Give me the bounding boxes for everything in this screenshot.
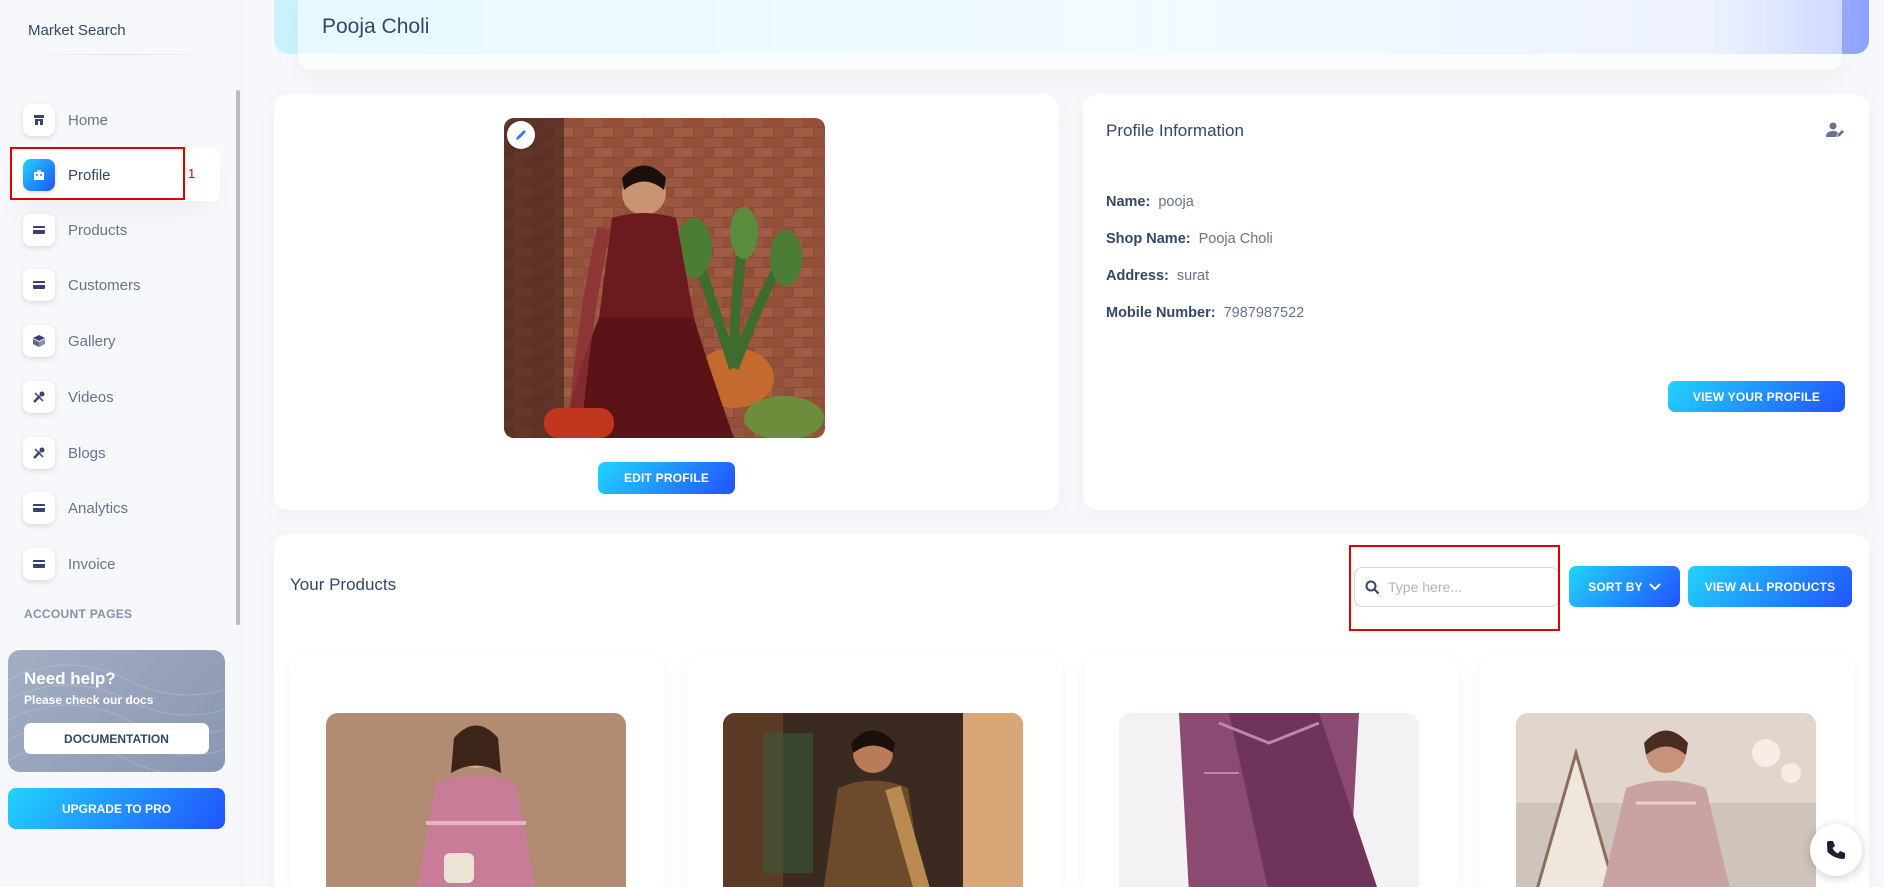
sidebar-item-label: Analytics — [68, 499, 129, 517]
section-title: ACCOUNT PAGES — [24, 607, 133, 621]
profile-photo — [504, 118, 825, 438]
info-row-address: Address: surat — [1106, 268, 1209, 284]
edit-profile-button[interactable]: EDIT PROFILE — [598, 462, 735, 494]
settings-icon — [23, 437, 55, 469]
sidebar-item-gallery[interactable]: Gallery — [10, 315, 220, 367]
info-value: pooja — [1158, 194, 1194, 210]
credit-card-icon — [23, 548, 55, 580]
sidebar-item-blogs[interactable]: Blogs — [10, 427, 220, 479]
sidebar-item-home[interactable]: Home — [10, 94, 220, 146]
sidebar-item-label: Profile — [68, 166, 111, 184]
shop-icon — [23, 104, 55, 136]
edit-pencil-icon[interactable] — [507, 121, 535, 149]
sort-by-label: SORT BY — [1588, 579, 1643, 594]
search-input[interactable] — [1388, 579, 1548, 595]
brand-name[interactable]: Market Search — [28, 22, 126, 39]
product-image[interactable] — [723, 713, 1023, 887]
product-image[interactable] — [326, 713, 626, 887]
office-icon — [23, 159, 55, 191]
sidebar-item-label: Blogs — [68, 444, 106, 462]
info-value: surat — [1176, 268, 1210, 284]
info-row-name: Name: pooja — [1106, 194, 1194, 210]
sidebar-item-analytics[interactable]: Analytics — [10, 482, 220, 534]
header-panel — [298, 0, 1842, 70]
view-all-products-button[interactable]: VIEW ALL PRODUCTS — [1688, 566, 1852, 607]
profile-info-heading: Profile Information — [1106, 121, 1244, 140]
product-image[interactable] — [1119, 713, 1419, 887]
view-your-profile-button[interactable]: VIEW YOUR PROFILE — [1668, 381, 1845, 412]
sidebar-item-label: Customers — [68, 276, 141, 294]
product-image[interactable] — [1516, 713, 1816, 887]
sidebar-item-label: Products — [68, 221, 128, 239]
sidebar-item-label: Videos — [68, 388, 114, 406]
info-value: 7987987522 — [1223, 305, 1305, 321]
credit-card-icon — [23, 492, 55, 524]
sidebar-scrollbar[interactable] — [236, 90, 240, 625]
sidebar-item-label: Invoice — [68, 555, 116, 573]
info-label: Mobile Number: — [1106, 305, 1216, 321]
sidebar-item-customers[interactable]: Customers — [10, 259, 220, 311]
help-title: Need help? — [24, 669, 116, 688]
sort-by-button[interactable]: SORT BY — [1569, 566, 1680, 607]
sidebar-item-videos[interactable]: Videos — [10, 371, 220, 423]
help-subtitle: Please check our docs — [24, 693, 154, 707]
chevron-down-icon — [1649, 582, 1661, 590]
credit-card-icon — [23, 214, 55, 246]
settings-icon — [23, 381, 55, 413]
sidebar-item-label: Gallery — [68, 332, 116, 350]
search-icon — [1365, 580, 1380, 595]
sidebar: Market Search Home Profile Products Cust… — [0, 0, 242, 887]
info-row-shop-name: Shop Name: Pooja Choli — [1106, 231, 1273, 247]
search-box — [1354, 567, 1559, 607]
documentation-button[interactable]: DOCUMENTATION — [24, 723, 209, 754]
box-3d-icon — [23, 325, 55, 357]
credit-card-icon — [23, 269, 55, 301]
upgrade-button[interactable]: UPGRADE TO PRO — [8, 788, 225, 829]
sidebar-item-invoice[interactable]: Invoice — [10, 538, 220, 590]
divider — [8, 54, 234, 55]
phone-icon[interactable] — [1810, 824, 1862, 876]
info-value: Pooja Choli — [1198, 231, 1273, 247]
info-label: Address: — [1106, 268, 1169, 284]
info-row-mobile-number: Mobile Number: 7987987522 — [1106, 305, 1304, 321]
sidebar-item-label: Home — [68, 111, 109, 129]
help-card: Need help? Please check our docs DOCUMEN… — [8, 650, 225, 772]
sidebar-item-products[interactable]: Products — [10, 204, 220, 256]
page-title: Pooja Choli — [322, 15, 430, 38]
products-heading: Your Products — [290, 575, 397, 594]
info-label: Name: — [1106, 194, 1151, 210]
user-edit-icon[interactable] — [1826, 122, 1844, 143]
profile-info-card — [1083, 94, 1869, 510]
info-label: Shop Name: — [1106, 231, 1191, 247]
annotation-number: 1 — [188, 166, 196, 181]
